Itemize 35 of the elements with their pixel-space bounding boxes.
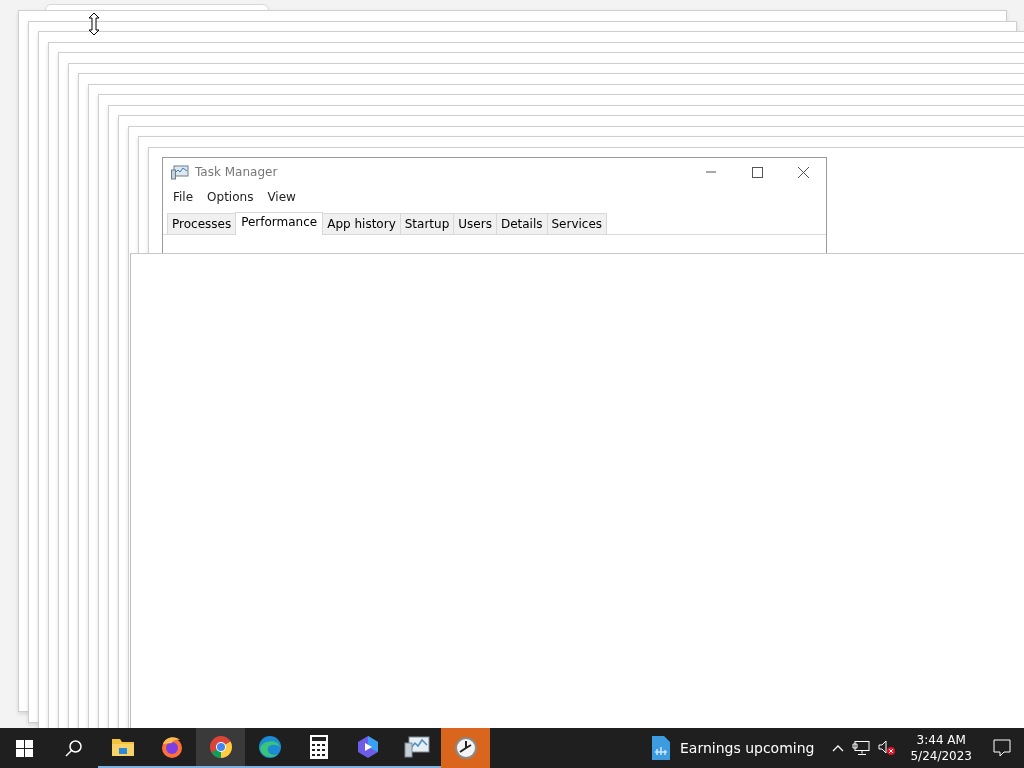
- window-title: Task Manager: [195, 165, 279, 179]
- tab[interactable]: App history: [322, 213, 401, 234]
- windows-logo-icon: [16, 739, 33, 757]
- wave-globe-icon: [257, 735, 282, 759]
- chevron-up-icon[interactable]: [832, 744, 845, 752]
- calculator-icon: [309, 735, 328, 759]
- fox-globe-icon: [159, 735, 184, 759]
- close-icon: [797, 166, 809, 178]
- chrome-icon: [208, 735, 233, 759]
- menu-item[interactable]: View: [260, 190, 303, 204]
- folder-icon: [110, 736, 135, 758]
- clock[interactable]: 3:44 AM 5/24/2023: [902, 728, 980, 768]
- tab[interactable]: Services: [546, 213, 608, 234]
- monitor-chart-icon: [403, 736, 430, 758]
- news-text: Earnings upcoming: [679, 740, 815, 756]
- tab[interactable]: Details: [495, 213, 548, 234]
- monitor-chart-icon: [171, 164, 189, 180]
- speech-bubble-icon: [993, 739, 1011, 757]
- clock-icon: [453, 736, 478, 760]
- chart-document-icon: [651, 736, 670, 760]
- menu-item[interactable]: Options: [200, 190, 261, 204]
- news-widget[interactable]: Earnings upcoming: [637, 728, 827, 768]
- tab[interactable]: Users: [453, 213, 497, 234]
- network-icon[interactable]: [852, 740, 871, 756]
- play-hexagon-icon: [355, 735, 380, 759]
- maximize-icon: [751, 166, 763, 178]
- taskbar-app-button[interactable]: [196, 728, 245, 768]
- menu-item[interactable]: File: [166, 190, 201, 204]
- muted-speaker-icon[interactable]: [878, 740, 897, 756]
- search-icon: [65, 739, 82, 757]
- tab[interactable]: Processes: [167, 213, 237, 234]
- tab[interactable]: Startup: [399, 213, 455, 234]
- date-text: 5/24/2023: [910, 748, 972, 764]
- time-text: 3:44 AM: [916, 732, 966, 748]
- tab[interactable]: Performance: [235, 212, 324, 235]
